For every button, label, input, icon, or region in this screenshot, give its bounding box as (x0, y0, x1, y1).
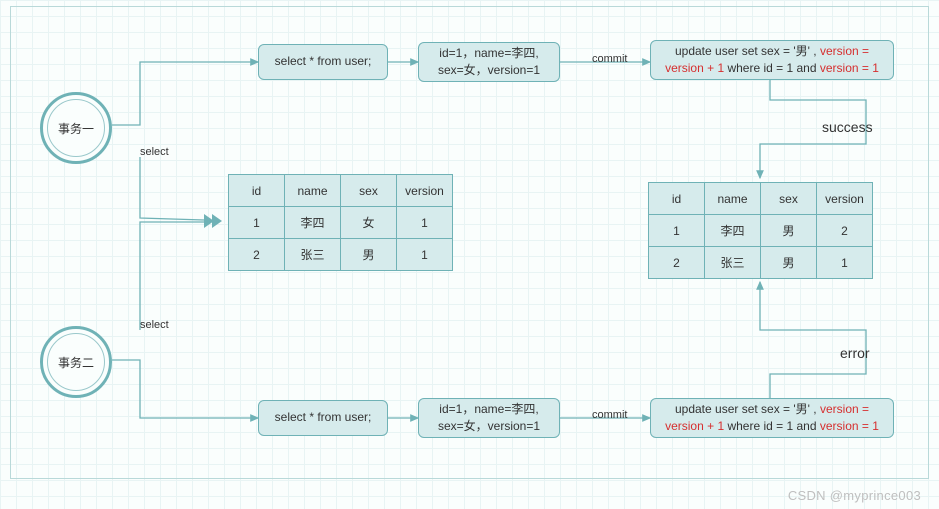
th-name: name (705, 183, 761, 215)
th-id: id (649, 183, 705, 215)
table-row: 2 张三 男 1 (229, 239, 453, 271)
commit-label-bottom: commit (590, 408, 629, 422)
select-query-bottom: select * from user; (258, 400, 388, 436)
result-bottom-line2: sex=女，version=1 (438, 419, 540, 433)
table-row: 1 李四 男 2 (649, 215, 873, 247)
update-bottom: update user set sex = '男' , version = ve… (650, 398, 894, 438)
table-row: id name sex version (229, 175, 453, 207)
select-label-bottom: select (138, 318, 171, 332)
select-label-top: select (138, 145, 171, 159)
table-after: id name sex version 1 李四 男 2 2 张三 男 1 (648, 182, 873, 279)
update-bottom-pre: update user set sex = '男' , (675, 402, 820, 416)
table-before: id name sex version 1 李四 女 1 2 张三 男 1 (228, 174, 453, 271)
update-top: update user set sex = '男' , version = ve… (650, 40, 894, 80)
result-top-text: id=1，name=李四, sex=女，version=1 (438, 45, 540, 80)
th-id: id (229, 175, 285, 207)
success-label: success (820, 118, 875, 136)
th-version: version (817, 183, 873, 215)
transaction-2-label: 事务二 (58, 354, 94, 371)
update-bottom-mid: where id = 1 and (724, 419, 820, 433)
th-sex: sex (761, 183, 817, 215)
select-query-top: select * from user; (258, 44, 388, 80)
table-row: 1 李四 女 1 (229, 207, 453, 239)
update-top-red2: version = 1 (820, 61, 879, 75)
result-bottom-text: id=1，name=李四, sex=女，version=1 (438, 401, 540, 436)
select-query-bottom-text: select * from user; (275, 409, 372, 426)
commit-label-top: commit (590, 52, 629, 66)
update-bottom-red2: version = 1 (820, 419, 879, 433)
table-row: 2 张三 男 1 (649, 247, 873, 279)
th-sex: sex (341, 175, 397, 207)
update-bottom-text: update user set sex = '男' , version = ve… (661, 401, 883, 436)
watermark: CSDN @myprince003 (788, 488, 921, 503)
transaction-2-node: 事务二 (40, 326, 112, 398)
result-top-line1: id=1，name=李四, (439, 46, 538, 60)
transaction-1-node: 事务一 (40, 92, 112, 164)
result-bottom: id=1，name=李四, sex=女，version=1 (418, 398, 560, 438)
th-version: version (397, 175, 453, 207)
result-bottom-line1: id=1，name=李四, (439, 402, 538, 416)
update-top-mid: where id = 1 and (724, 61, 820, 75)
update-top-pre: update user set sex = '男' , (675, 44, 820, 58)
update-top-text: update user set sex = '男' , version = ve… (661, 43, 883, 78)
result-top: id=1，name=李四, sex=女，version=1 (418, 42, 560, 82)
th-name: name (285, 175, 341, 207)
result-top-line2: sex=女，version=1 (438, 63, 540, 77)
table-row: id name sex version (649, 183, 873, 215)
transaction-1-label: 事务一 (58, 120, 94, 137)
select-query-top-text: select * from user; (275, 53, 372, 70)
error-label: error (838, 344, 872, 362)
